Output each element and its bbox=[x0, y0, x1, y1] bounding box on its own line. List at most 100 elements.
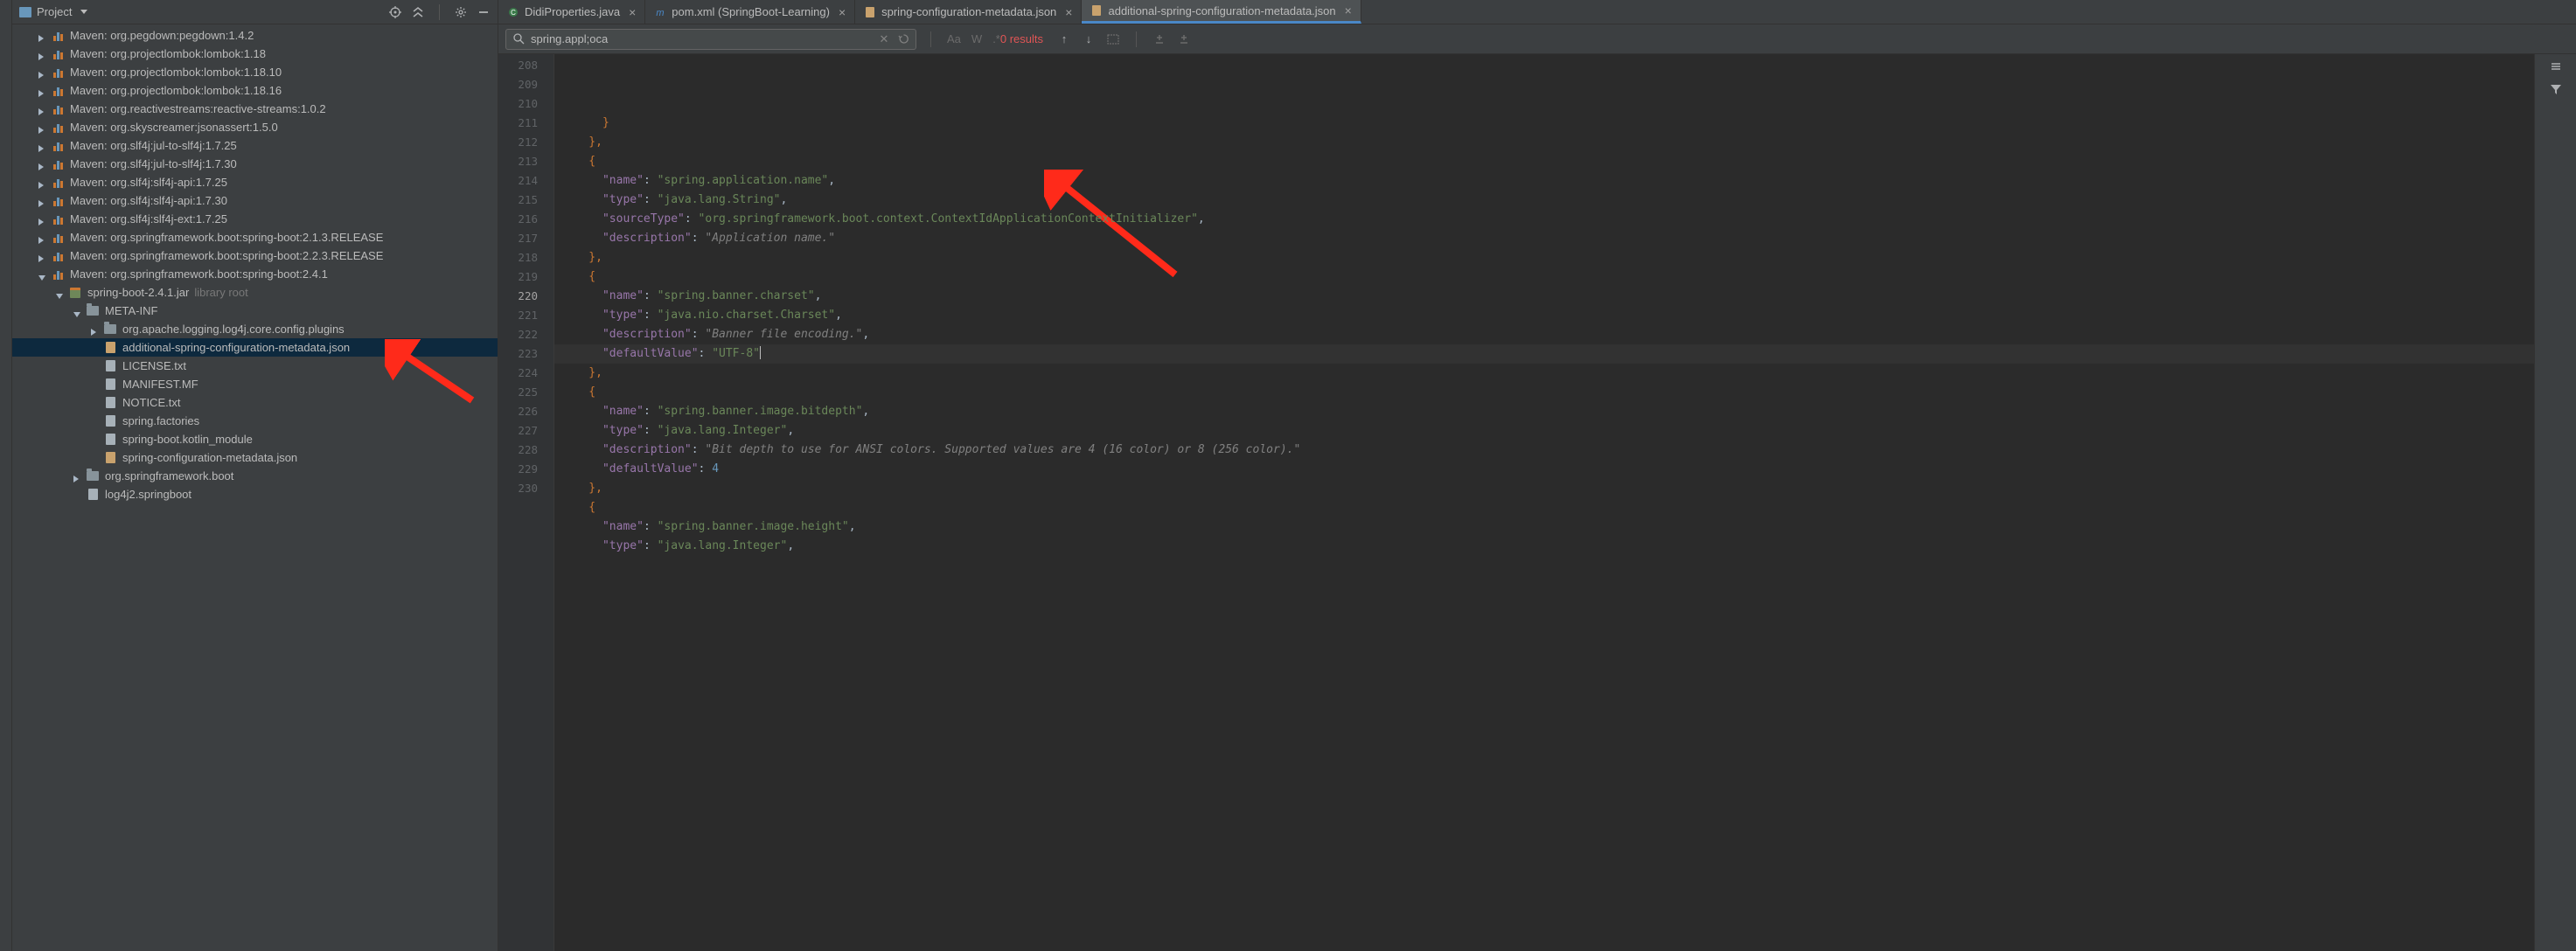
tree-arrow-icon[interactable] bbox=[73, 490, 82, 499]
tree-item[interactable]: MANIFEST.MF bbox=[12, 375, 498, 393]
tree-item[interactable]: log4j2.springboot bbox=[12, 485, 498, 503]
tree-item[interactable]: spring-configuration-metadata.json bbox=[12, 448, 498, 467]
tree-item[interactable]: Maven: org.reactivestreams:reactive-stre… bbox=[12, 100, 498, 118]
code-line[interactable]: "defaultValue": 4 bbox=[554, 460, 2534, 479]
close-tab-icon[interactable]: × bbox=[839, 5, 846, 19]
tree-arrow-icon[interactable] bbox=[38, 252, 47, 260]
tree-item[interactable]: spring.factories bbox=[12, 412, 498, 430]
tree-item[interactable]: Maven: org.springframework.boot:spring-b… bbox=[12, 228, 498, 246]
whole-word-toggle[interactable]: W bbox=[971, 32, 982, 45]
tree-arrow-icon[interactable] bbox=[91, 344, 100, 352]
line-number[interactable]: 221 bbox=[498, 306, 538, 325]
collapse-all-icon[interactable] bbox=[411, 5, 425, 19]
code-line[interactable]: "defaultValue": "UTF-8" bbox=[554, 344, 2534, 364]
tree-arrow-icon[interactable] bbox=[38, 178, 47, 187]
line-number[interactable]: 216 bbox=[498, 210, 538, 229]
tree-item[interactable]: Maven: org.projectlombok:lombok:1.18 bbox=[12, 45, 498, 63]
tree-arrow-icon[interactable] bbox=[38, 160, 47, 169]
tree-arrow-icon[interactable] bbox=[91, 454, 100, 462]
tree-arrow-icon[interactable] bbox=[38, 31, 47, 40]
regex-toggle[interactable]: .* bbox=[992, 32, 1000, 45]
tree-item[interactable]: Maven: org.slf4j:jul-to-slf4j:1.7.30 bbox=[12, 155, 498, 173]
tree-item[interactable]: Maven: org.springframework.boot:spring-b… bbox=[12, 265, 498, 283]
code-line[interactable]: "type": "java.lang.String", bbox=[554, 191, 2534, 210]
tree-item[interactable]: Maven: org.projectlombok:lombok:1.18.10 bbox=[12, 63, 498, 81]
tree-arrow-icon[interactable] bbox=[38, 197, 47, 205]
tree-arrow-icon[interactable] bbox=[38, 123, 47, 132]
editor-tab[interactable]: spring-configuration-metadata.json× bbox=[855, 0, 1082, 24]
line-number[interactable]: 208 bbox=[498, 56, 538, 75]
line-number[interactable]: 214 bbox=[498, 171, 538, 191]
code-line[interactable]: "description": "Application name." bbox=[554, 229, 2534, 248]
tree-arrow-icon[interactable] bbox=[38, 270, 47, 279]
line-number[interactable]: 217 bbox=[498, 229, 538, 248]
code-line[interactable]: "name": "spring.application.name", bbox=[554, 171, 2534, 191]
tree-arrow-icon[interactable] bbox=[91, 362, 100, 371]
code-line[interactable]: }, bbox=[554, 479, 2534, 498]
project-tree[interactable]: Maven: org.pegdown:pegdown:1.4.2Maven: o… bbox=[12, 24, 498, 951]
line-number[interactable]: 223 bbox=[498, 344, 538, 364]
editor-tab[interactable]: CDidiProperties.java× bbox=[498, 0, 645, 24]
tree-item[interactable]: spring-boot.kotlin_module bbox=[12, 430, 498, 448]
line-number[interactable]: 222 bbox=[498, 325, 538, 344]
tree-item[interactable]: Maven: org.pegdown:pegdown:1.4.2 bbox=[12, 26, 498, 45]
remove-selection-icon[interactable] bbox=[1177, 32, 1191, 46]
code-line[interactable]: "description": "Bit depth to use for ANS… bbox=[554, 441, 2534, 460]
code-line[interactable]: { bbox=[554, 267, 2534, 287]
code-line[interactable]: { bbox=[554, 152, 2534, 171]
line-number-gutter[interactable]: 2082092102112122132142152162172182192202… bbox=[498, 54, 554, 951]
tree-arrow-icon[interactable] bbox=[91, 399, 100, 407]
code-line[interactable]: }, bbox=[554, 248, 2534, 267]
tree-item[interactable]: Maven: org.springframework.boot:spring-b… bbox=[12, 246, 498, 265]
tree-arrow-icon[interactable] bbox=[56, 288, 65, 297]
tree-item[interactable]: org.springframework.boot bbox=[12, 467, 498, 485]
code-line[interactable]: "type": "java.nio.charset.Charset", bbox=[554, 306, 2534, 325]
tree-item[interactable]: Maven: org.skyscreamer:jsonassert:1.5.0 bbox=[12, 118, 498, 136]
code-line[interactable]: } bbox=[554, 114, 2534, 133]
match-case-toggle[interactable]: Aa bbox=[947, 32, 961, 45]
line-number[interactable]: 225 bbox=[498, 383, 538, 402]
select-all-icon[interactable] bbox=[1106, 32, 1120, 46]
tree-arrow-icon[interactable] bbox=[38, 233, 47, 242]
line-number[interactable]: 219 bbox=[498, 267, 538, 287]
line-number[interactable]: 218 bbox=[498, 248, 538, 267]
code-line[interactable]: "sourceType": "org.springframework.boot.… bbox=[554, 210, 2534, 229]
tree-arrow-icon[interactable] bbox=[38, 215, 47, 224]
code-line[interactable]: }, bbox=[554, 133, 2534, 152]
tree-item[interactable]: Maven: org.slf4j:slf4j-ext:1.7.25 bbox=[12, 210, 498, 228]
tree-item[interactable]: LICENSE.txt bbox=[12, 357, 498, 375]
code-line[interactable]: }, bbox=[554, 364, 2534, 383]
tree-item[interactable]: META-INF bbox=[12, 302, 498, 320]
tree-arrow-icon[interactable] bbox=[38, 105, 47, 114]
code-line[interactable]: "type": "java.lang.Integer", bbox=[554, 421, 2534, 441]
tree-arrow-icon[interactable] bbox=[38, 68, 47, 77]
locate-icon[interactable] bbox=[388, 5, 402, 19]
next-match-icon[interactable]: ↓ bbox=[1082, 32, 1096, 46]
line-number[interactable]: 224 bbox=[498, 364, 538, 383]
tree-item[interactable]: Maven: org.slf4j:slf4j-api:1.7.30 bbox=[12, 191, 498, 210]
prev-match-icon[interactable]: ↑ bbox=[1057, 32, 1071, 46]
find-input[interactable] bbox=[531, 32, 872, 45]
tree-arrow-icon[interactable] bbox=[73, 307, 82, 316]
tree-item[interactable]: Maven: org.slf4j:jul-to-slf4j:1.7.25 bbox=[12, 136, 498, 155]
editor-tab[interactable]: mpom.xml (SpringBoot-Learning)× bbox=[645, 0, 855, 24]
code-line[interactable]: "name": "spring.banner.image.bitdepth", bbox=[554, 402, 2534, 421]
tree-item[interactable]: spring-boot-2.4.1.jarlibrary root bbox=[12, 283, 498, 302]
tree-item[interactable]: org.apache.logging.log4j.core.config.plu… bbox=[12, 320, 498, 338]
tree-arrow-icon[interactable] bbox=[91, 380, 100, 389]
tree-arrow-icon[interactable] bbox=[91, 435, 100, 444]
search-history-icon[interactable] bbox=[896, 32, 910, 46]
close-tab-icon[interactable]: × bbox=[1345, 3, 1352, 17]
editor-tab[interactable]: additional-spring-configuration-metadata… bbox=[1082, 0, 1361, 24]
code-line[interactable]: "name": "spring.banner.charset", bbox=[554, 287, 2534, 306]
close-tab-icon[interactable]: × bbox=[1065, 5, 1072, 19]
code-line[interactable]: { bbox=[554, 498, 2534, 517]
tree-item[interactable]: Maven: org.slf4j:slf4j-api:1.7.25 bbox=[12, 173, 498, 191]
close-tab-icon[interactable]: × bbox=[629, 5, 636, 19]
tree-item[interactable]: additional-spring-configuration-metadata… bbox=[12, 338, 498, 357]
line-number[interactable]: 210 bbox=[498, 94, 538, 114]
line-number[interactable]: 213 bbox=[498, 152, 538, 171]
line-number[interactable]: 230 bbox=[498, 479, 538, 498]
filter-icon[interactable] bbox=[2549, 82, 2563, 96]
tree-arrow-icon[interactable] bbox=[38, 87, 47, 95]
